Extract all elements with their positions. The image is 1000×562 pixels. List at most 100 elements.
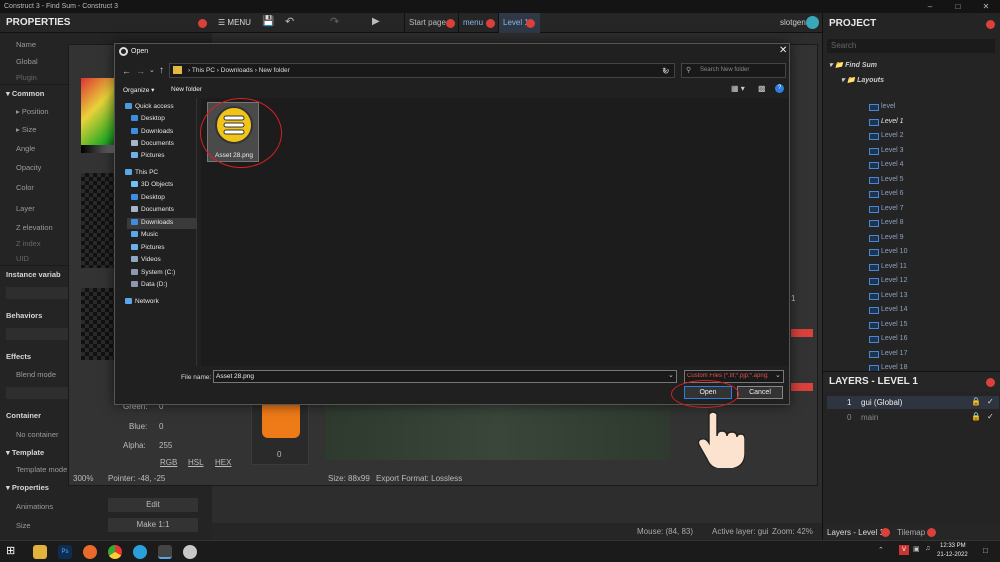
layout-item[interactable]: Level 15 xyxy=(881,321,907,328)
up-icon[interactable]: ↑ xyxy=(159,65,164,76)
redo-icon[interactable]: ↷ xyxy=(330,15,339,28)
view-options-icon[interactable]: ▦ ▾ xyxy=(731,84,745,93)
help-icon[interactable]: ? xyxy=(775,84,784,93)
nav-item[interactable]: Data (D:) xyxy=(127,280,197,291)
nav-item[interactable]: Videos xyxy=(127,255,197,266)
address-bar[interactable]: › This PC › Downloads › New folder ⌄ xyxy=(169,63,675,78)
nav-item[interactable]: Desktop xyxy=(127,193,197,204)
preview-pane-icon[interactable]: ▩ xyxy=(758,84,766,93)
layout-item[interactable]: Level 16 xyxy=(881,335,907,342)
avatar[interactable] xyxy=(806,16,819,29)
layout-item[interactable]: level xyxy=(881,103,895,110)
play-icon[interactable]: ▶ xyxy=(372,16,380,27)
section-effects[interactable]: Effects xyxy=(6,352,31,361)
lock-icon[interactable]: 🔒 xyxy=(971,412,981,421)
layout-item[interactable]: Level 14 xyxy=(881,306,907,313)
start-icon[interactable]: ⊞ xyxy=(6,544,15,557)
layout-item[interactable]: Level 12 xyxy=(881,277,907,284)
photoshop-icon[interactable]: Ps xyxy=(58,545,72,559)
layout-item[interactable]: Level 2 xyxy=(881,132,904,139)
nav-item[interactable]: System (C:) xyxy=(127,268,197,279)
nav-item[interactable]: Documents xyxy=(127,205,197,216)
save-icon[interactable]: 💾 xyxy=(262,16,274,27)
tray-app-icon[interactable]: V xyxy=(899,545,909,555)
maximize-icon[interactable]: □ xyxy=(944,0,972,13)
layout-item[interactable]: Level 1 xyxy=(881,118,904,125)
layouts-folder[interactable]: ▾ 📁 Layouts xyxy=(841,76,884,84)
file-explorer-icon[interactable] xyxy=(33,545,47,559)
frame-thumbnail[interactable]: 0 xyxy=(251,395,309,465)
back-icon[interactable]: ← xyxy=(122,66,131,76)
undo-icon[interactable]: ↶ xyxy=(285,15,294,28)
tab-close-icon[interactable] xyxy=(927,528,936,537)
visible-check-icon[interactable]: ✓ xyxy=(987,412,994,421)
volume-icon[interactable]: ♫ xyxy=(925,545,930,552)
recent-dropdown-icon[interactable]: ⌄ xyxy=(149,66,155,74)
minimize-icon[interactable]: – xyxy=(916,0,944,13)
nav-item[interactable]: 3D Objects xyxy=(127,180,197,191)
forward-icon[interactable]: → xyxy=(136,66,145,76)
section-properties[interactable]: ▾ Properties xyxy=(6,483,49,492)
layout-item[interactable]: Level 5 xyxy=(881,176,904,183)
layout-item[interactable]: Level 13 xyxy=(881,292,907,299)
project-search-input[interactable]: Search xyxy=(827,39,995,53)
tab-close-icon[interactable] xyxy=(446,19,455,28)
layout-item[interactable]: Level 3 xyxy=(881,147,904,154)
prop-position[interactable]: ▸ Position xyxy=(16,107,49,116)
layout-item[interactable]: Level 6 xyxy=(881,190,904,197)
notifications-icon[interactable]: □ xyxy=(983,546,988,555)
filename-input[interactable]: Asset 28.png ⌄ xyxy=(213,370,677,383)
nav-item[interactable]: Pictures xyxy=(127,151,197,162)
nav-item[interactable]: Pictures xyxy=(127,243,197,254)
menu-button[interactable]: ☰ MENU xyxy=(218,18,251,27)
construct-taskbar-icon[interactable] xyxy=(158,545,172,559)
organize-button[interactable]: Organize ▾ xyxy=(123,86,154,94)
dialog-close-icon[interactable]: ✕ xyxy=(779,45,787,56)
rgb-mode[interactable]: RGB xyxy=(160,458,177,467)
edit-animations-button[interactable]: Edit xyxy=(108,498,198,512)
close-window-icon[interactable]: ✕ xyxy=(972,0,1000,13)
nav-item[interactable]: Documents xyxy=(127,139,197,150)
layout-item[interactable]: Level 8 xyxy=(881,219,904,226)
section-template[interactable]: ▾ Template xyxy=(6,448,44,457)
nav-item[interactable]: Network xyxy=(121,297,191,308)
section-container[interactable]: Container xyxy=(6,411,41,420)
firefox-icon[interactable] xyxy=(83,545,97,559)
chrome-icon[interactable] xyxy=(108,545,122,559)
hsl-mode[interactable]: HSL xyxy=(188,458,204,467)
tab-close-icon[interactable] xyxy=(486,19,495,28)
new-folder-button[interactable]: New folder xyxy=(171,86,202,93)
nav-item[interactable]: Quick access xyxy=(121,102,191,113)
folder-search-input[interactable]: ⚲ Search New folder xyxy=(681,63,786,78)
cancel-button[interactable]: Cancel xyxy=(737,386,783,399)
refresh-icon[interactable]: ↻ xyxy=(662,66,670,77)
filename-dropdown-icon[interactable]: ⌄ xyxy=(668,371,674,379)
nav-item[interactable]: This PC xyxy=(121,168,191,179)
layer-row-main[interactable]: 0 main 🔒 ✓ xyxy=(827,411,999,424)
hex-mode[interactable]: HEX xyxy=(215,458,231,467)
layout-item[interactable]: Level 10 xyxy=(881,248,907,255)
telegram-icon[interactable] xyxy=(133,545,147,559)
filter-dropdown-icon[interactable]: ⌄ xyxy=(775,371,781,379)
section-instance-variables[interactable]: Instance variab xyxy=(6,270,61,279)
section-common[interactable]: ▾ Common xyxy=(6,89,44,98)
tab-tilemap[interactable]: Tilemap xyxy=(897,528,925,537)
make-1-1-button[interactable]: Make 1:1 xyxy=(108,518,198,532)
project-root[interactable]: ▾ 📁 Find Sum xyxy=(829,61,877,69)
layout-item[interactable]: Level 11 xyxy=(881,263,907,270)
blue-value[interactable]: 0 xyxy=(159,422,163,431)
prop-size[interactable]: ▸ Size xyxy=(16,125,36,134)
nav-item[interactable]: Desktop xyxy=(127,114,197,125)
nav-item[interactable]: Downloads xyxy=(127,127,197,138)
clock-date[interactable]: 21-12-2022 xyxy=(937,552,968,558)
tray-chevron-icon[interactable]: ⌃ xyxy=(878,546,884,554)
tab-close-icon[interactable] xyxy=(881,528,890,537)
layout-item[interactable]: Level 18 xyxy=(881,364,907,371)
app-icon[interactable] xyxy=(183,545,197,559)
tab-layers[interactable]: Layers - Level 1 xyxy=(827,528,884,537)
clock-time[interactable]: 12:33 PM xyxy=(940,543,966,549)
lock-icon[interactable]: 🔒 xyxy=(971,397,981,406)
layout-item[interactable]: Level 7 xyxy=(881,205,904,212)
layer-row-gui[interactable]: 1 gui (Global) 🔒 ✓ xyxy=(827,396,999,409)
alpha-value[interactable]: 255 xyxy=(159,441,172,450)
